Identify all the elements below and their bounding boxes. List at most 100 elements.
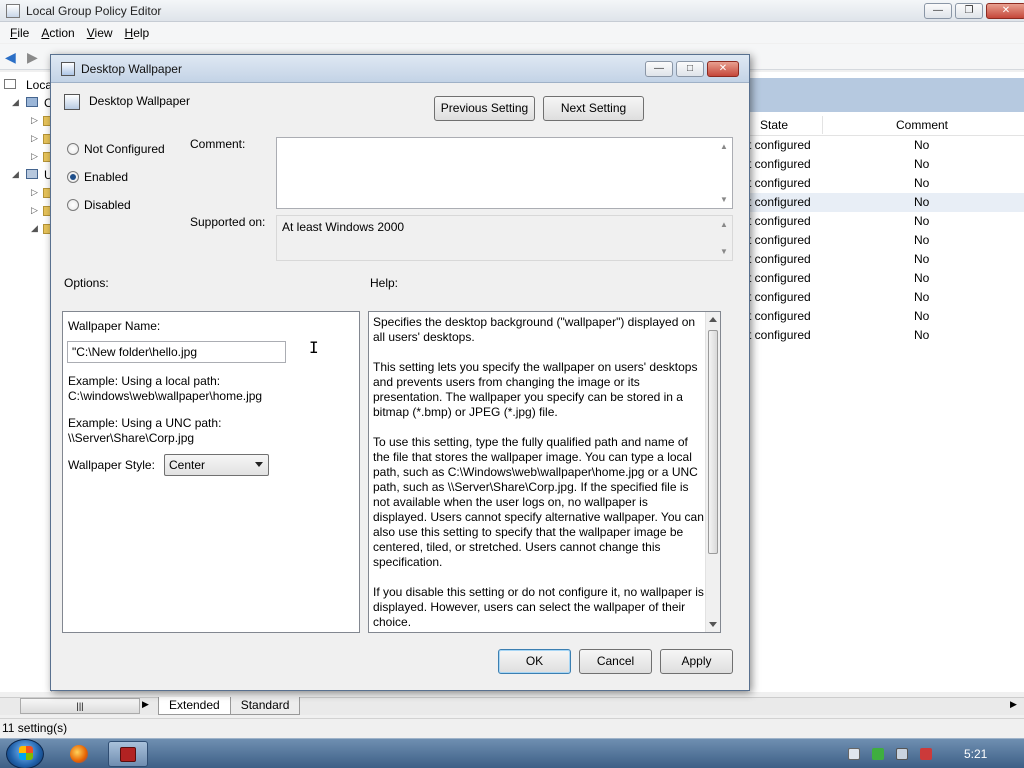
scrollbar-thumb[interactable]: ||| bbox=[20, 698, 140, 714]
radio-disabled[interactable]: Disabled bbox=[67, 196, 131, 214]
volume-muted-icon[interactable] bbox=[920, 748, 932, 760]
table-row[interactable]: t configured No bbox=[748, 174, 1024, 193]
horizontal-scrollbar[interactable]: ||| ▶ ▶ bbox=[0, 697, 1024, 715]
table-row[interactable]: t configured No bbox=[748, 250, 1024, 269]
computer-config-icon bbox=[26, 97, 38, 107]
taskbar-policy-editor[interactable] bbox=[108, 741, 148, 767]
previous-setting-button[interactable]: Previous Setting bbox=[434, 96, 535, 121]
menu-bar: File Action View Help bbox=[0, 22, 1024, 43]
scroll-down-icon[interactable]: ▼ bbox=[718, 247, 730, 256]
expand-icon[interactable]: ▷ bbox=[31, 187, 38, 198]
row-comment: No bbox=[914, 309, 930, 323]
dialog-minimize-button[interactable]: — bbox=[645, 61, 673, 77]
comment-textarea[interactable]: ▲ ▼ bbox=[276, 137, 733, 209]
help-scrollbar[interactable] bbox=[705, 312, 720, 632]
scroll-down-icon[interactable] bbox=[709, 622, 717, 627]
network-icon[interactable] bbox=[896, 748, 908, 760]
scroll-down-icon[interactable]: ▼ bbox=[718, 195, 730, 204]
ok-button[interactable]: OK bbox=[498, 649, 571, 674]
next-setting-button[interactable]: Next Setting bbox=[543, 96, 644, 121]
menu-view[interactable]: View bbox=[81, 26, 119, 40]
expand-icon[interactable]: ▷ bbox=[31, 151, 38, 162]
table-row[interactable]: t configured No bbox=[748, 212, 1024, 231]
radio-not-configured[interactable]: Not Configured bbox=[67, 140, 165, 158]
row-state: t configured bbox=[748, 233, 811, 247]
menu-action[interactable]: Action bbox=[35, 26, 80, 40]
wallpaper-style-dropdown[interactable]: Center bbox=[164, 454, 269, 476]
table-row[interactable]: t configured No bbox=[748, 326, 1024, 345]
close-button[interactable]: ✕ bbox=[986, 3, 1024, 19]
menu-file[interactable]: File bbox=[4, 26, 35, 40]
radio-button[interactable] bbox=[67, 143, 79, 155]
scrollbar-thumb[interactable] bbox=[708, 330, 718, 554]
security-check-icon[interactable] bbox=[872, 748, 884, 760]
column-divider[interactable] bbox=[822, 116, 823, 134]
apply-button[interactable]: Apply bbox=[660, 649, 733, 674]
taskbar-firefox[interactable] bbox=[58, 741, 98, 767]
tree-folder-row[interactable]: ◢ bbox=[0, 220, 51, 238]
clock[interactable]: 5:21 bbox=[964, 747, 987, 761]
scroll-up-icon[interactable]: ▲ bbox=[718, 220, 730, 229]
main-titlebar[interactable]: Local Group Policy Editor — ❐ ✕ bbox=[0, 0, 1024, 22]
row-state: t configured bbox=[748, 271, 811, 285]
expand-icon[interactable]: ▷ bbox=[31, 205, 38, 216]
table-row[interactable]: t configured No bbox=[748, 231, 1024, 250]
forward-arrow-icon[interactable]: ▶ bbox=[27, 49, 43, 65]
text-cursor-icon: I bbox=[309, 338, 319, 357]
tree-folder-row[interactable]: ▷ bbox=[0, 148, 51, 166]
collapse-icon[interactable]: ◢ bbox=[31, 223, 38, 234]
back-arrow-icon[interactable]: ◀ bbox=[5, 49, 21, 65]
dialog-maximize-button[interactable]: □ bbox=[676, 61, 704, 77]
computer-icon bbox=[4, 79, 16, 89]
tree-item-user-config[interactable]: ◢ U bbox=[0, 166, 51, 184]
row-state: t configured bbox=[748, 290, 811, 304]
setting-heading: Desktop Wallpaper bbox=[89, 94, 190, 108]
dialog-title: Desktop Wallpaper bbox=[81, 62, 182, 76]
table-row[interactable]: t configured No bbox=[748, 288, 1024, 307]
dialog-titlebar[interactable]: Desktop Wallpaper — □ ✕ bbox=[51, 55, 749, 83]
radio-enabled[interactable]: Enabled bbox=[67, 168, 128, 186]
tree-folder-row[interactable]: ▷ bbox=[0, 202, 51, 220]
expand-icon[interactable]: ▷ bbox=[31, 133, 38, 144]
row-comment: No bbox=[914, 157, 930, 171]
table-row[interactable]: t configured No bbox=[748, 136, 1024, 155]
start-button[interactable] bbox=[6, 739, 44, 768]
cancel-button[interactable]: Cancel bbox=[579, 649, 652, 674]
row-state: t configured bbox=[748, 176, 811, 190]
minimize-button[interactable]: — bbox=[924, 3, 952, 19]
tree-folder-row[interactable]: ▷ bbox=[0, 184, 51, 202]
collapse-icon[interactable]: ◢ bbox=[12, 169, 19, 180]
scroll-up-icon[interactable] bbox=[709, 317, 717, 322]
collapse-icon[interactable]: ◢ bbox=[12, 97, 19, 108]
row-comment: No bbox=[914, 271, 930, 285]
policy-editor-icon bbox=[6, 4, 20, 18]
tree-item-computer-config[interactable]: ◢ C bbox=[0, 94, 51, 112]
wallpaper-name-input[interactable] bbox=[67, 341, 286, 363]
action-center-icon[interactable] bbox=[848, 748, 860, 760]
column-header-state[interactable]: State bbox=[760, 118, 788, 132]
dialog-close-button[interactable]: ✕ bbox=[707, 61, 739, 77]
row-comment: No bbox=[914, 233, 930, 247]
radio-button[interactable] bbox=[67, 171, 79, 183]
row-comment: No bbox=[914, 138, 930, 152]
expand-icon[interactable]: ▷ bbox=[31, 115, 38, 126]
table-row[interactable]: t configured No bbox=[748, 269, 1024, 288]
example-unc-path: \\Server\Share\Corp.jpg bbox=[68, 431, 195, 445]
menu-help[interactable]: Help bbox=[119, 26, 156, 40]
table-row[interactable]: t configured No bbox=[748, 155, 1024, 174]
tree-folder-row[interactable]: ▷ bbox=[0, 130, 51, 148]
radio-button[interactable] bbox=[67, 199, 79, 211]
tab-standard[interactable]: Standard bbox=[229, 697, 301, 715]
scroll-up-icon[interactable]: ▲ bbox=[718, 142, 730, 151]
main-window-title: Local Group Policy Editor bbox=[26, 4, 162, 18]
scroll-right-icon[interactable]: ▶ bbox=[1010, 699, 1017, 710]
column-header-comment[interactable]: Comment bbox=[896, 118, 948, 132]
table-row[interactable]: t configured No bbox=[748, 193, 1024, 212]
table-row[interactable]: t configured No bbox=[748, 307, 1024, 326]
row-state: t configured bbox=[748, 195, 811, 209]
tree-item-local[interactable]: Local bbox=[0, 76, 51, 94]
tree-folder-row[interactable]: ▷ bbox=[0, 112, 51, 130]
restore-button[interactable]: ❐ bbox=[955, 3, 983, 19]
tab-extended[interactable]: Extended bbox=[158, 697, 231, 715]
scroll-right-icon[interactable]: ▶ bbox=[142, 699, 149, 710]
